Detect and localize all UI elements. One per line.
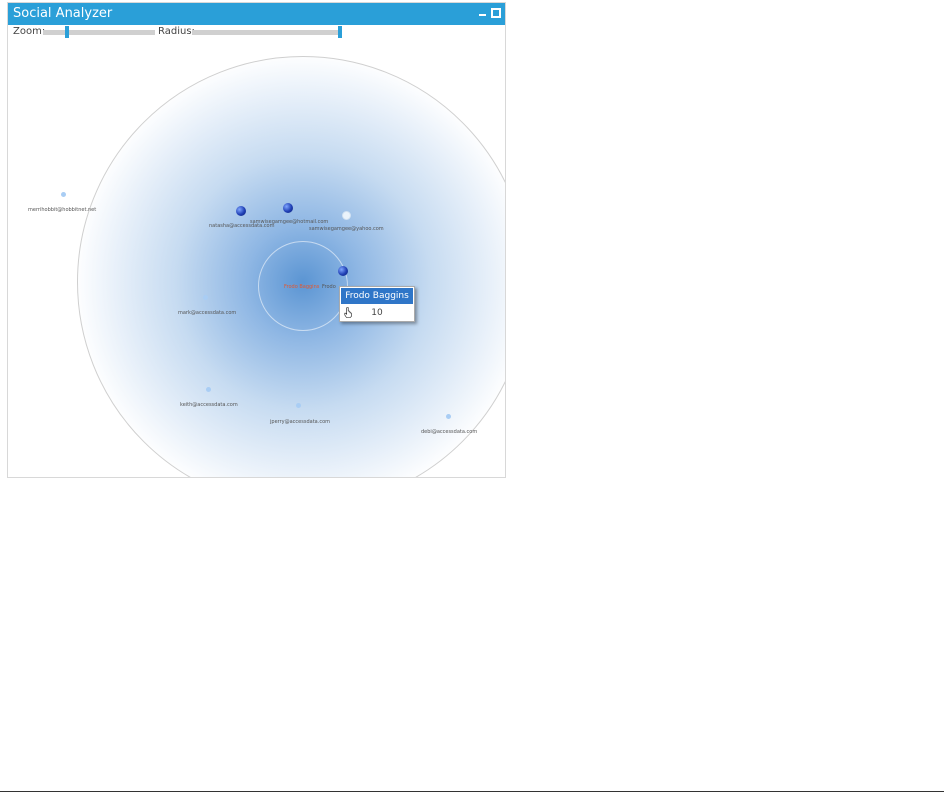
contact-node[interactable] <box>296 403 301 408</box>
contact-label[interactable]: keith@accessdata.com <box>180 402 238 408</box>
contact-node[interactable] <box>342 211 351 220</box>
title-bar[interactable]: Social Analyzer <box>8 3 505 25</box>
window-title: Social Analyzer <box>13 6 113 21</box>
contact-node[interactable] <box>206 387 211 392</box>
zoom-slider-thumb[interactable] <box>64 26 69 38</box>
contact-node[interactable] <box>203 295 208 300</box>
hand-cursor-icon <box>344 307 352 318</box>
radius-slider-thumb[interactable] <box>338 26 342 38</box>
contact-label[interactable]: samwisegamgee@hotmail.com <box>250 219 328 225</box>
contact-label[interactable]: merrihobbit@hobbitnet.net <box>28 207 96 213</box>
zoom-label: Zoom: <box>13 26 46 37</box>
center-node-label-suffix: Frodo <box>322 284 336 290</box>
contact-label[interactable]: debi@accessdata.com <box>421 429 477 435</box>
contact-label[interactable]: mark@accessdata.com <box>178 310 236 316</box>
contact-node[interactable] <box>283 203 293 213</box>
bottom-rule <box>0 791 944 792</box>
center-node-label[interactable]: Frodo Baggins <box>284 284 319 290</box>
graph-canvas[interactable]: Frodo Baggins Frodo merrihobbit@hobbitne… <box>8 41 505 477</box>
center-node[interactable] <box>338 266 348 276</box>
minimize-icon[interactable] <box>477 7 489 19</box>
zoom-slider[interactable] <box>43 26 155 38</box>
maximize-icon[interactable] <box>490 7 502 19</box>
radius-label: Radius: <box>158 26 195 37</box>
contact-node[interactable] <box>61 192 66 197</box>
contact-label[interactable]: samwisegamgee@yahoo.com <box>309 226 384 232</box>
social-analyzer-window: Social Analyzer Zoom: Radius: Frodo Bagg… <box>7 2 506 478</box>
contact-label[interactable]: jperry@accessdata.com <box>270 419 330 425</box>
contact-node[interactable] <box>446 414 451 419</box>
contact-node[interactable] <box>236 206 246 216</box>
radius-slider[interactable] <box>192 26 342 38</box>
controls-bar: Zoom: Radius: <box>8 25 505 41</box>
tooltip-title: Frodo Baggins <box>340 287 414 305</box>
